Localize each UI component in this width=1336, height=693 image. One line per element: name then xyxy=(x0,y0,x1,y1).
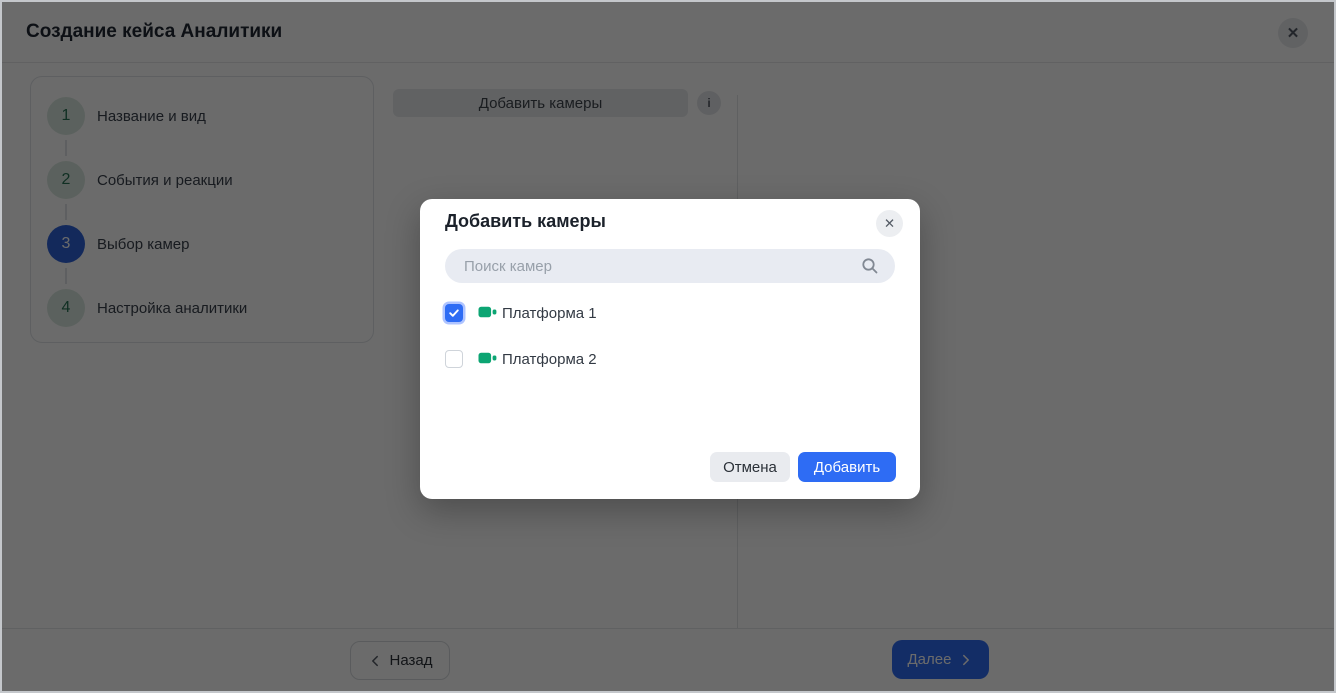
close-icon: ✕ xyxy=(884,216,895,232)
camera-name: Платформа 1 xyxy=(502,305,597,322)
submit-add-button[interactable]: Добавить xyxy=(798,452,896,482)
add-cameras-modal: Добавить камеры ✕ Платформа 1 Платформ xyxy=(420,199,920,499)
create-analytics-case-window: Создание кейса Аналитики ✕ 1 Название и … xyxy=(0,0,1336,693)
camera-checkbox-checked[interactable] xyxy=(445,304,463,322)
camera-checkbox-unchecked[interactable] xyxy=(445,350,463,368)
camera-search xyxy=(445,249,895,283)
camera-search-input[interactable] xyxy=(445,249,895,283)
modal-title: Добавить камеры xyxy=(445,211,606,232)
camera-list-item[interactable]: Платформа 1 xyxy=(420,298,920,328)
camera-name: Платформа 2 xyxy=(502,351,597,368)
cancel-button[interactable]: Отмена xyxy=(710,452,790,482)
camera-list-item[interactable]: Платформа 2 xyxy=(420,344,920,374)
camera-icon xyxy=(478,351,497,370)
modal-close-button[interactable]: ✕ xyxy=(876,210,903,237)
check-icon xyxy=(448,307,460,319)
camera-icon xyxy=(478,305,497,324)
search-icon xyxy=(861,257,879,280)
